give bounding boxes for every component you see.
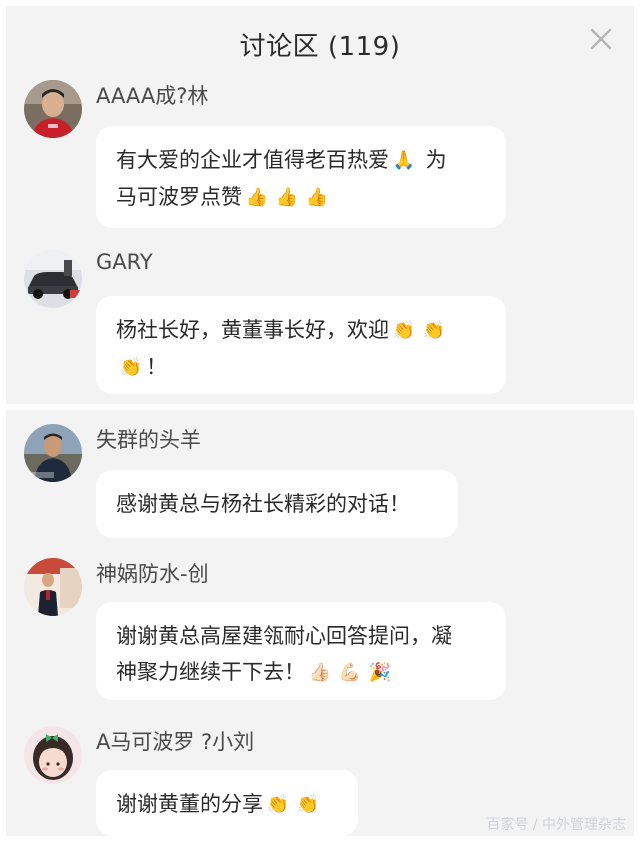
avatar[interactable] [24, 80, 82, 138]
comment-text: 谢谢黄董的分享 [116, 792, 263, 816]
comment-text: 谢谢黄总高屋建瓴耐心回答提问，凝 [116, 624, 452, 648]
thumbs-up-emoji-icon: 👍🏻 [308, 662, 332, 683]
man-outdoor-portrait-icon [24, 424, 82, 482]
comment-line: 有大爱的企业才值得老百热爱 🙏 为 [116, 142, 486, 179]
flexed-biceps-emoji-icon: 💪🏻 [338, 662, 362, 683]
thumbs-up-emoji-icon: 👍 [245, 187, 269, 208]
comment-text: 为 [419, 148, 447, 172]
username[interactable]: 神娲防水-创 [96, 558, 209, 588]
pray-emoji-icon: 🙏 [392, 150, 416, 171]
watermark: 百家号 / 中外管理杂志 [486, 817, 626, 833]
username[interactable]: A马可波罗 ?小刘 [96, 726, 254, 756]
discussion-panel-top: 讨论区 (119) AAAA成?林 有大爱的企业才值得老百热爱 🙏 为 马可波罗… [6, 6, 634, 404]
thumbs-up-emoji-icon: 👍 [305, 187, 329, 208]
man-suit-stage-icon [24, 558, 82, 616]
avatar[interactable] [24, 558, 82, 616]
comment-bubble: 谢谢黄总高屋建瓴耐心回答提问，凝 神聚力继续干下去！ 👍🏻 💪🏻 🎉 [96, 602, 506, 700]
comment-text: 感谢黄总与杨社长精彩的对话！ [116, 492, 410, 516]
username[interactable]: 失群的头羊 [96, 424, 201, 454]
clapping-emoji-icon: 👏 [422, 320, 446, 341]
car-photo-icon [24, 250, 82, 308]
comment-bubble: 感谢黄总与杨社长精彩的对话！ [96, 470, 458, 538]
party-popper-emoji-icon: 🎉 [368, 662, 392, 683]
close-icon [590, 28, 612, 50]
man-portrait-red-shirt-icon [24, 80, 82, 138]
avatar[interactable] [24, 726, 82, 784]
comment-line: 神聚力继续干下去！ 👍🏻 💪🏻 🎉 [116, 654, 486, 691]
comment-text: 杨社长好，黄董事长好，欢迎 [116, 318, 389, 342]
comment-text: 神聚力继续干下去！ [116, 660, 305, 684]
avatar[interactable] [24, 250, 82, 308]
screen: 讨论区 (119) AAAA成?林 有大爱的企业才值得老百热爱 🙏 为 马可波罗… [0, 0, 640, 842]
username[interactable]: GARY [96, 250, 153, 274]
comment-bubble: 谢谢黄董的分享 👏 👏 [96, 770, 358, 836]
clapping-emoji-icon: 👏 [266, 794, 290, 815]
discussion-panel-bottom: 失群的头羊 感谢黄总与杨社长精彩的对话！ 神娲防水-创 谢谢黄总高屋建瓴耐心回答… [6, 410, 634, 836]
comment-line: 谢谢黄总高屋建瓴耐心回答提问，凝 [116, 618, 486, 654]
avatar[interactable] [24, 424, 82, 482]
thumbs-up-emoji-icon: 👍 [275, 187, 299, 208]
comment-line: 感谢黄总与杨社长精彩的对话！ [116, 486, 438, 522]
comment-line: 👏！ [116, 349, 486, 386]
page-title: 讨论区 (119) [239, 32, 401, 62]
username[interactable]: AAAA成?林 [96, 80, 208, 110]
clapping-emoji-icon: 👏 [392, 320, 416, 341]
comment-bubble: 杨社长好，黄董事长好，欢迎 👏 👏 👏！ [96, 296, 506, 394]
close-button[interactable] [586, 24, 616, 54]
comment-text: 有大爱的企业才值得老百热爱 [116, 148, 389, 172]
comment-line: 马可波罗点赞 👍 👍 👍 [116, 179, 486, 216]
comment-text: 马可波罗点赞 [116, 185, 242, 209]
comment-line: 谢谢黄董的分享 👏 👏 [116, 786, 338, 823]
girl-cartoon-bow-icon [24, 726, 82, 784]
comment-line: 杨社长好，黄董事长好，欢迎 👏 👏 [116, 312, 486, 349]
comment-bubble: 有大爱的企业才值得老百热爱 🙏 为 马可波罗点赞 👍 👍 👍 [96, 126, 506, 228]
comment-text: ！ [146, 355, 167, 379]
clapping-emoji-icon: 👏 [119, 357, 143, 378]
clapping-emoji-icon: 👏 [296, 794, 320, 815]
